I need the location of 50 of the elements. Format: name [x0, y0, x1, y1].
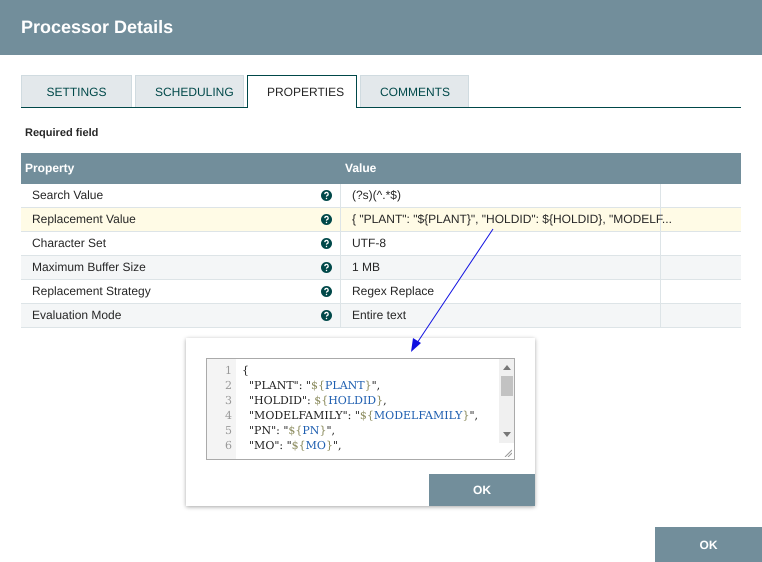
help-icon[interactable]	[321, 286, 332, 296]
code-line: "HOLDID": ${HOLDID},	[248, 393, 388, 408]
scroll-up-icon[interactable]	[502, 365, 510, 370]
table-row[interactable]: Search Value (?s)(^.*$)	[21, 184, 741, 208]
code-line: "MODELFAMILY": "${MODELFAMILY}",	[248, 408, 479, 423]
table-cell-text: { "PLANT": "${PLANT}", "HOLDID": ${HOLDID}, "MODELF...	[352, 211, 672, 228]
table-row[interactable]: Replacement Strategy Regex Replace	[21, 280, 741, 304]
table-cell-text: Maximum Buffer Size	[32, 259, 147, 276]
code-line: "PLANT": "${PLANT}",	[248, 378, 382, 393]
scrollbar[interactable]	[499, 359, 514, 443]
line-number: 4	[225, 408, 232, 423]
table-row[interactable]: Maximum Buffer Size 1 MB	[21, 256, 741, 280]
table-row[interactable]: Character Set UTF-8	[21, 232, 741, 256]
help-icon[interactable]	[321, 262, 332, 272]
table-cell-text: Replacement Value	[32, 211, 137, 228]
resize-grip-icon[interactable]	[504, 449, 512, 457]
column-header: Value	[344, 160, 378, 177]
line-number: 6	[225, 438, 232, 453]
tab[interactable]: SETTINGS	[21, 75, 132, 107]
table-cell-text: Search Value	[32, 187, 104, 204]
table-cell-text: Evaluation Mode	[32, 307, 122, 324]
line-number: 3	[225, 393, 232, 408]
tab[interactable]: PROPERTIES	[247, 75, 357, 108]
scroll-down-icon[interactable]	[502, 432, 510, 437]
line-number: 5	[225, 423, 232, 438]
required-field-label: Required field	[25, 126, 100, 141]
window-title: Processor Details	[21, 16, 174, 39]
code-line: {	[242, 363, 250, 378]
table-cell-text: Character Set	[32, 235, 108, 252]
help-icon[interactable]	[321, 190, 332, 200]
table-cell-text: 1 MB	[352, 259, 380, 276]
help-icon[interactable]	[321, 310, 332, 320]
help-icon[interactable]	[321, 238, 332, 248]
code-editor[interactable]: 1 2 3 4 5 6 { "PLANT": "${PLANT}", "HOLDID": ${HOLDID}, "MODELFAMILY": "${MODELFAMILY}", "PN": "${PN}", "MO": "${MO}",	[206, 358, 515, 460]
tab[interactable]: SCHEDULING	[135, 75, 244, 107]
table-cell-text: Regex Replace	[352, 283, 434, 300]
code-line: "PN": "${PN}",	[248, 423, 336, 438]
line-number: 1	[225, 363, 232, 378]
tab[interactable]: COMMENTS	[360, 75, 469, 107]
column-header: Property	[24, 160, 76, 177]
line-number: 2	[225, 378, 232, 393]
help-icon[interactable]	[321, 214, 332, 224]
table-cell-text: (?s)(^.*$)	[352, 187, 401, 204]
table-cell-text: UTF-8	[352, 235, 386, 252]
code-line: "MO": "${MO}",	[248, 438, 342, 453]
table-cell-text: Replacement Strategy	[32, 283, 152, 300]
table-row[interactable]: Replacement Value { "PLANT": "${PLANT}", "HOLDID": ${HOLDID}, "MODELF...	[21, 208, 741, 232]
table-cell-text: Entire text	[352, 307, 406, 324]
table-row[interactable]: Evaluation Mode Entire text	[21, 304, 741, 328]
scroll-thumb[interactable]	[500, 376, 512, 396]
